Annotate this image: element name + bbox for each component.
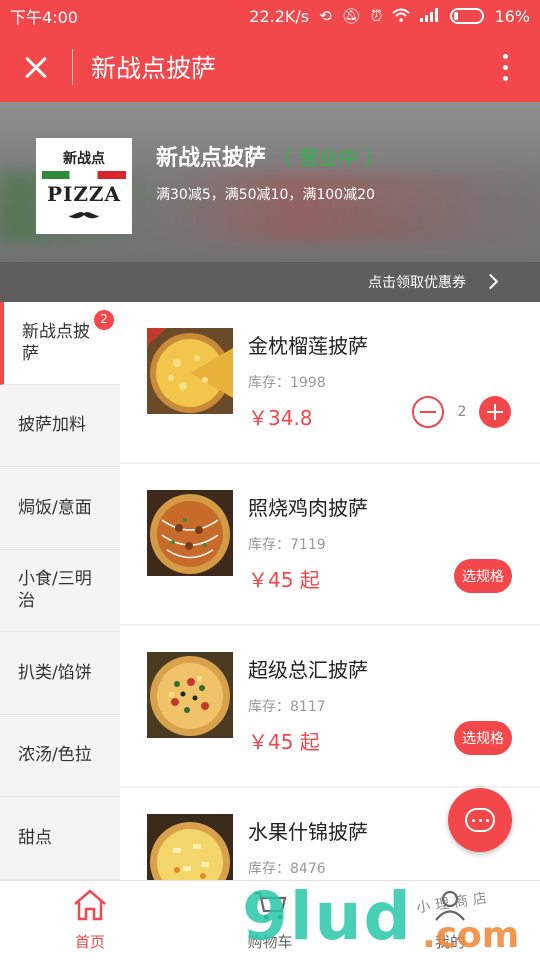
battery-icon [450, 8, 485, 24]
cart-icon [252, 889, 288, 925]
category-label: 甜点 [18, 827, 52, 848]
category-item-rice-pasta[interactable]: 焗饭/意面 [0, 467, 120, 550]
wifi-icon [392, 8, 411, 25]
category-item-steak[interactable]: 扒类/馅饼 [0, 632, 120, 715]
store-name-row: 新战点披萨 （ 营业中 ） [156, 140, 385, 172]
tab-label: 购物车 [247, 933, 293, 951]
category-item-soup-salad[interactable]: 浓汤/色拉 [0, 715, 120, 797]
store-header: 新战点 PIZZA 新战点披萨 （ 营业中 ） 满30减5，满50减10，满10… [0, 102, 540, 302]
product-stock: 库存：7119 [248, 537, 326, 553]
product-stock: 库存：1998 [248, 375, 326, 391]
product-stock: 库存：8117 [248, 699, 326, 715]
product-name: 照烧鸡肉披萨 [248, 496, 368, 520]
store-status: （ 营业中 ） [272, 146, 385, 170]
tab-cart[interactable]: 购物车 [180, 881, 360, 960]
category-item-dessert[interactable]: 甜点 [0, 797, 120, 880]
logo-stripe [42, 171, 126, 179]
product-stock: 库存：8476 [248, 861, 326, 877]
status-bar: 下午4:00 22.2K/s ⟲ 🔕︎ ⏰︎ 16% [0, 0, 540, 32]
title-divider [72, 49, 73, 85]
signal-icon [420, 7, 440, 25]
chat-button[interactable] [448, 788, 512, 852]
store-name: 新战点披萨 [156, 146, 267, 171]
cart-count-badge: 2 [94, 310, 114, 330]
product-image [147, 814, 233, 880]
coupon-bar[interactable]: 点击领取优惠券 [0, 262, 540, 302]
product-name: 金枕榴莲披萨 [248, 334, 368, 358]
status-icons: 22.2K/s ⟲ 🔕︎ ⏰︎ 16% [249, 7, 530, 26]
category-label: 小食/三明治 [18, 569, 92, 612]
category-sidebar: 新战点披萨 2 披萨加料 焗饭/意面 小食/三明治 扒类/馅饼 浓汤/色拉 甜点 [0, 302, 120, 880]
tab-home[interactable]: 首页 [0, 881, 180, 960]
chevron-right-icon [482, 273, 499, 290]
user-icon [432, 889, 468, 925]
mute-icon: 🔕︎ [341, 6, 361, 25]
product-card[interactable]: 超级总汇披萨 库存：8117 ￥45 起 选规格 [120, 626, 540, 786]
logo-text-en: PIZZA [46, 182, 122, 206]
sync-icon: ⟲ [319, 6, 332, 25]
category-label: 披萨加料 [18, 415, 86, 436]
category-label: 新战点披萨 [22, 321, 90, 364]
battery-level [454, 12, 459, 20]
product-price: ￥45 起 [248, 730, 320, 754]
increase-quantity-button[interactable] [479, 396, 511, 428]
product-image [147, 490, 233, 576]
category-label: 浓汤/色拉 [18, 745, 92, 766]
category-item-snacks[interactable]: 小食/三明治 [0, 550, 120, 632]
alarm-icon: ⏰︎ [370, 6, 383, 25]
logo-text-cn: 新战点 [63, 151, 105, 167]
decrease-quantity-button[interactable] [412, 396, 444, 428]
store-logo: 新战点 PIZZA [36, 138, 132, 234]
title-bar: 新战点披萨 [0, 32, 540, 102]
category-item-toppings[interactable]: 披萨加料 [0, 385, 120, 467]
tab-label: 首页 [74, 933, 105, 951]
coupon-label: 点击领取优惠券 [368, 275, 466, 291]
category-label: 焗饭/意面 [18, 497, 92, 518]
product-price: ￥34.8 [248, 406, 313, 430]
page-title: 新战点披萨 [91, 54, 217, 83]
status-time: 下午4:00 [10, 8, 78, 27]
more-vertical-icon[interactable] [470, 32, 540, 102]
minus-icon [420, 411, 436, 413]
bottom-tab-bar: 首页 购物车 我的 [0, 880, 540, 960]
net-speed: 22.2K/s [249, 6, 310, 26]
product-price: ￥45 起 [248, 568, 320, 592]
category-label: 扒类/馅饼 [18, 662, 92, 683]
quantity-value: 2 [457, 404, 467, 420]
battery-percent: 16% [494, 6, 530, 26]
category-item-pizza[interactable]: 新战点披萨 2 [0, 302, 120, 385]
promo-text: 满30减5，满50减10，满100减20 [156, 187, 375, 203]
product-card[interactable]: 照烧鸡肉披萨 库存：7119 ￥45 起 选规格 [120, 464, 540, 624]
close-icon[interactable] [0, 32, 72, 102]
select-spec-button[interactable]: 选规格 [454, 559, 512, 593]
select-spec-button[interactable]: 选规格 [454, 721, 512, 755]
tab-label: 我的 [434, 933, 465, 951]
home-icon [72, 889, 108, 925]
product-image [147, 328, 233, 414]
product-name: 水果什锦披萨 [248, 820, 368, 844]
chat-icon [465, 808, 495, 832]
product-name: 超级总汇披萨 [248, 658, 368, 682]
tab-mine[interactable]: 我的 [360, 881, 540, 960]
product-card[interactable]: 金枕榴莲披萨 库存：1998 ￥34.8 2 [120, 302, 540, 462]
product-image [147, 652, 233, 738]
mustache-icon [66, 206, 102, 224]
